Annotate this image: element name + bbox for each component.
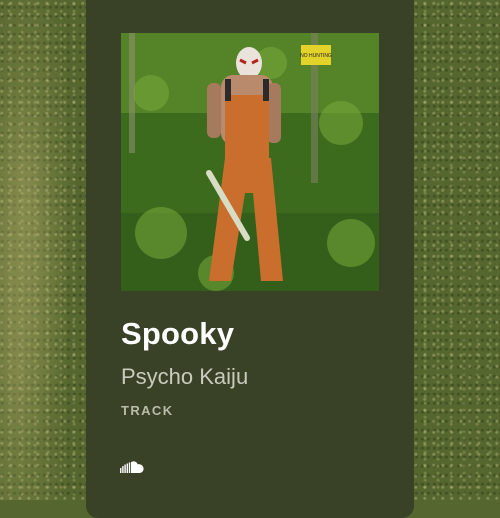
artwork-image: NO HUNTING: [121, 33, 379, 291]
track-title[interactable]: Spooky: [121, 316, 234, 352]
soundcloud-icon[interactable]: [120, 460, 144, 474]
track-type-label: TRACK: [121, 403, 174, 418]
album-artwork[interactable]: NO HUNTING: [121, 33, 379, 291]
artwork-sign-text: NO HUNTING: [300, 53, 332, 59]
track-artist[interactable]: Psycho Kaiju: [121, 364, 248, 390]
background-texture-left: [0, 0, 86, 500]
